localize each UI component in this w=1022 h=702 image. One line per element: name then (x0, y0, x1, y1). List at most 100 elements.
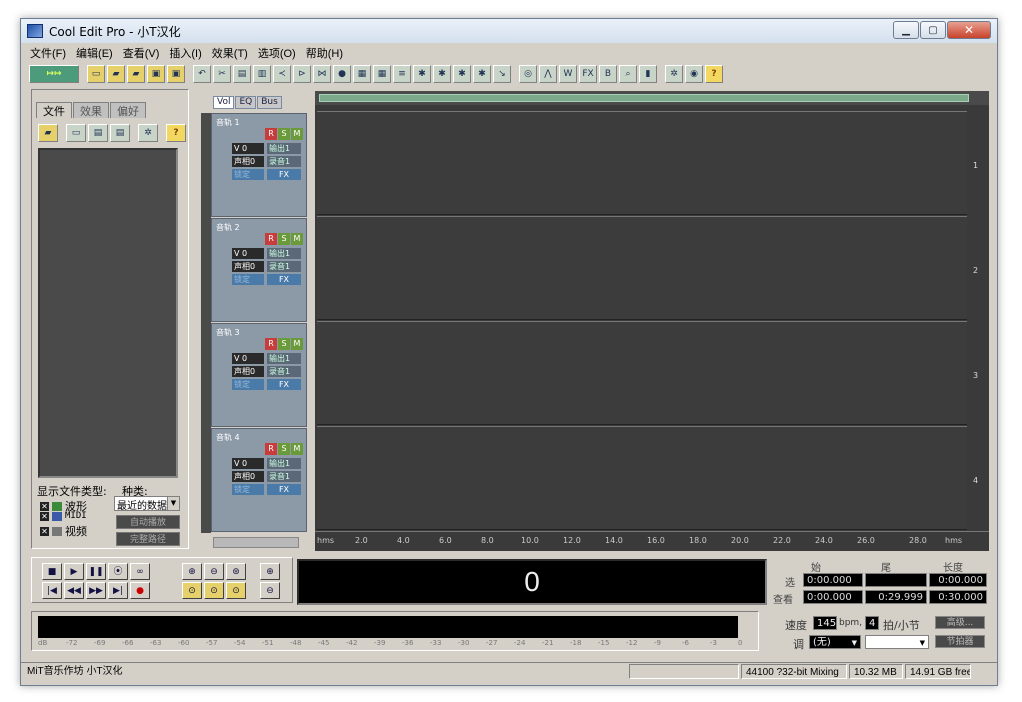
record-arm-button[interactable]: R (265, 338, 277, 350)
range-bar[interactable] (315, 91, 989, 105)
help-icon[interactable]: ? (705, 65, 723, 83)
cd-icon[interactable]: ◉ (685, 65, 703, 83)
save-icon[interactable]: ▣ (147, 65, 165, 83)
selection-start-field[interactable]: 0:00.000 (803, 573, 863, 587)
tab-effects[interactable]: 效果 (73, 102, 109, 118)
lock-button[interactable]: 锁定 (232, 379, 264, 390)
output-select[interactable]: 输出1 (267, 458, 301, 469)
key-select[interactable]: (无) ▼ (809, 635, 861, 649)
record-input-select[interactable]: 录音1 (267, 156, 301, 167)
output-select[interactable]: 输出1 (267, 143, 301, 154)
forward-button[interactable]: ▶▶ (86, 582, 106, 599)
full-path-button[interactable]: 完整路径 (116, 532, 180, 546)
selection-length-field[interactable]: 0:00.000 (929, 573, 987, 587)
zoom-in-h-icon[interactable]: ⊕ (182, 563, 202, 580)
mix-icon[interactable]: ⊳ (293, 65, 311, 83)
close-file-icon[interactable]: ▭ (66, 124, 86, 142)
loop-button[interactable]: ∞ (130, 563, 150, 580)
track-header[interactable]: 音轨 3 RSM V 0 输出1 声相0 录音1 锁定 FX (211, 323, 307, 427)
volume-field[interactable]: V 0 (232, 248, 264, 259)
track-header[interactable]: 音轨 1 RSM V 0 输出1 声相0 录音1 锁定 FX (211, 113, 307, 217)
check-video[interactable]: ✕ 视频 (40, 523, 87, 539)
solo-button[interactable]: S (278, 338, 290, 350)
volume-field[interactable]: V 0 (232, 458, 264, 469)
menu-edit[interactable]: 编辑(E) (71, 45, 118, 61)
advanced-button[interactable]: 高级... (935, 616, 985, 629)
check-midi[interactable]: ✕ MIDI (40, 511, 87, 521)
solo-button[interactable]: S (278, 128, 290, 140)
save-all-icon[interactable]: ▣ (167, 65, 185, 83)
fx-button[interactable]: FX (267, 379, 301, 390)
pan-field[interactable]: 声相0 (232, 366, 264, 377)
bpm-icon[interactable]: B (599, 65, 617, 83)
level-icon[interactable]: ▮ (639, 65, 657, 83)
record-arm-button[interactable]: R (265, 128, 277, 140)
effect-e-icon[interactable]: ↘ (493, 65, 511, 83)
loop-icon[interactable]: ▦ (373, 65, 391, 83)
maximize-button[interactable]: ▢ (920, 21, 946, 39)
effect-b-icon[interactable]: ✱ (433, 65, 451, 83)
menu-insert[interactable]: 插入(I) (164, 45, 206, 61)
grid-icon[interactable]: ▦ (353, 65, 371, 83)
amplify-icon[interactable]: ⋀ (539, 65, 557, 83)
track-header[interactable]: 音轨 2 RSM V 0 输出1 声相0 录音1 锁定 FX (211, 218, 307, 322)
open-folder-icon[interactable]: ▰ (107, 65, 125, 83)
zoom-full-icon[interactable]: ⊛ (226, 563, 246, 580)
zoom-wave-icon[interactable]: ⌕ (619, 65, 637, 83)
tab-favorites[interactable]: 偏好 (110, 102, 146, 118)
tab-eq[interactable]: EQ (235, 96, 257, 109)
insert-file-icon[interactable]: ▤ (88, 124, 108, 142)
open-append-icon[interactable]: ▰ (127, 65, 145, 83)
track-icon[interactable]: ≡ (393, 65, 411, 83)
tab-bus[interactable]: Bus (257, 96, 282, 109)
view-end-field[interactable]: 0:29.999 (865, 590, 927, 604)
lock-button[interactable]: 锁定 (232, 169, 264, 180)
solo-button[interactable]: S (278, 443, 290, 455)
go-start-button[interactable]: |◀ (42, 582, 62, 599)
mute-button[interactable]: M (291, 128, 303, 140)
lock-button[interactable]: 锁定 (232, 484, 264, 495)
insert-list-icon[interactable]: ▤ (110, 124, 130, 142)
effect-d-icon[interactable]: ✱ (473, 65, 491, 83)
cut-icon[interactable]: ✂ (213, 65, 231, 83)
play-to-end-button[interactable]: ⦿ (108, 563, 128, 580)
record-input-select[interactable]: 录音1 (267, 366, 301, 377)
mute-button[interactable]: M (291, 233, 303, 245)
record-arm-button[interactable]: R (265, 233, 277, 245)
envelope-icon[interactable]: ⋈ (313, 65, 331, 83)
analyze-icon[interactable]: ◎ (519, 65, 537, 83)
beats-field[interactable]: 4 (865, 616, 879, 630)
record-input-select[interactable]: 录音1 (267, 471, 301, 482)
autoplay-button[interactable]: 自动播放 (116, 515, 180, 529)
metronome-button[interactable]: 节拍器 (935, 635, 985, 648)
fx-icon[interactable]: FX (579, 65, 597, 83)
record-input-select[interactable]: 录音1 (267, 261, 301, 272)
output-select[interactable]: 输出1 (267, 353, 301, 364)
zoom-in-v-icon[interactable]: ⊕ (260, 563, 280, 580)
zoom-out-h-icon[interactable]: ⊖ (204, 563, 224, 580)
record-button[interactable]: ● (130, 582, 150, 599)
fx-button[interactable]: FX (267, 274, 301, 285)
zoom-right-icon[interactable]: ⊙ (204, 582, 224, 599)
view-start-field[interactable]: 0:00.000 (803, 590, 863, 604)
open-file-icon[interactable]: ▰ (38, 124, 58, 142)
menu-view[interactable]: 查看(V) (118, 45, 165, 61)
track-header[interactable]: 音轨 4 RSM V 0 输出1 声相0 录音1 锁定 FX (211, 428, 307, 532)
kind-select[interactable]: 最近的数据 ▼ (114, 496, 180, 511)
copy-icon[interactable]: ▤ (233, 65, 251, 83)
track-lane[interactable] (317, 321, 967, 425)
time-ruler[interactable]: hms 2.0 4.0 6.0 8.0 10.0 12.0 14.0 16.0 … (315, 531, 989, 549)
effect-a-icon[interactable]: ✱ (413, 65, 431, 83)
new-file-icon[interactable]: ▭ (87, 65, 105, 83)
settings-icon[interactable]: ✲ (665, 65, 683, 83)
menu-file[interactable]: 文件(F) (25, 45, 71, 61)
undo-icon[interactable]: ↶ (193, 65, 211, 83)
play-button[interactable]: ▶ (64, 563, 84, 580)
menu-help[interactable]: 帮助(H) (301, 45, 348, 61)
paste-icon[interactable]: ▥ (253, 65, 271, 83)
mute-button[interactable]: M (291, 443, 303, 455)
zoom-out-v-icon[interactable]: ⊖ (260, 582, 280, 599)
lock-button[interactable]: 锁定 (232, 274, 264, 285)
view-length-field[interactable]: 0:30.000 (929, 590, 987, 604)
wet-icon[interactable]: W (559, 65, 577, 83)
